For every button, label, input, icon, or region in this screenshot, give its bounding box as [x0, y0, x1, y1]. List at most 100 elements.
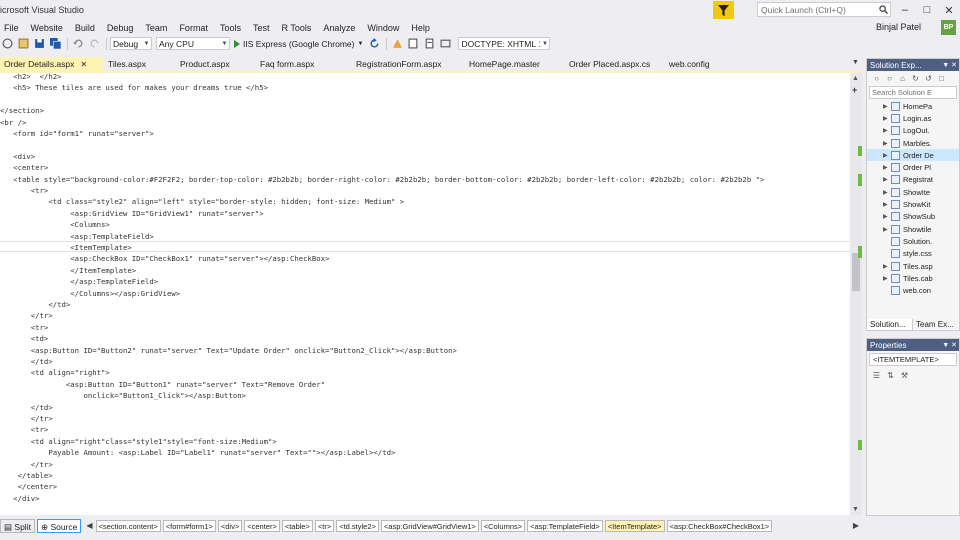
solution-tree-item[interactable]: ▶ Order Pl	[867, 161, 959, 173]
breadcrumb-item[interactable]: <asp:GridView#GridView1>	[380, 519, 479, 532]
solution-tree-item[interactable]: ▶ HomePa	[867, 100, 959, 112]
expand-arrow-icon[interactable]: ▶	[883, 201, 891, 208]
breadcrumb-item[interactable]: <form#form1>	[162, 519, 216, 532]
expand-arrow-icon[interactable]: ▶	[883, 164, 891, 171]
scroll-up-icon[interactable]: ▲	[852, 75, 859, 82]
solution-tree-item[interactable]: ▶ Tiles.asp	[867, 260, 959, 272]
solution-panel-tab[interactable]: Solution...	[866, 319, 913, 331]
menu-item-website[interactable]: Website	[25, 23, 69, 33]
menu-item-analyze[interactable]: Analyze	[317, 23, 361, 33]
solution-tree-item[interactable]: ▶ LogOut.	[867, 125, 959, 137]
maximize-button[interactable]: □	[916, 0, 938, 20]
platform-select[interactable]: Any CPU ▼	[156, 37, 230, 50]
expand-arrow-icon[interactable]: ▶	[883, 176, 891, 183]
collapse-icon[interactable]: □	[936, 73, 947, 84]
expand-arrow-icon[interactable]: ▶	[883, 226, 891, 233]
menu-item-file[interactable]: File	[0, 23, 25, 33]
solution-tree-item[interactable]: ▶ ShowSub	[867, 211, 959, 223]
expand-arrow-icon[interactable]: ▶	[883, 275, 891, 282]
forward-icon[interactable]: ○	[884, 73, 895, 84]
breadcrumb-item[interactable]: <table>	[281, 519, 313, 532]
breadcrumb-item[interactable]: <tr>	[314, 519, 335, 532]
solution-tree-item[interactable]: ▶ Registrat	[867, 174, 959, 186]
menu-item-debug[interactable]: Debug	[101, 23, 140, 33]
expand-arrow-icon[interactable]: ▶	[883, 115, 891, 122]
alphabetical-icon[interactable]: ⇅	[885, 370, 896, 381]
expand-arrow-icon[interactable]: ▶	[883, 103, 891, 110]
solution-tree-item[interactable]: ▶ Tiles.cab	[867, 272, 959, 284]
menu-item-help[interactable]: Help	[405, 23, 436, 33]
split-view-button[interactable]: ▤ Split	[0, 518, 35, 533]
start-debugging-button[interactable]: IIS Express (Google Chrome) ▼	[234, 39, 363, 49]
home-icon[interactable]: ⌂	[897, 73, 908, 84]
format-icon[interactable]	[422, 37, 436, 51]
minimize-button[interactable]: –	[894, 0, 916, 20]
code-editor[interactable]: <h2> </h2> <h5> These tiles are used for…	[0, 73, 850, 515]
breadcrumb-item[interactable]: <td.style2>	[336, 519, 379, 532]
tab-product-aspx[interactable]: Product.aspx	[176, 57, 256, 71]
tab-tiles-aspx[interactable]: Tiles.aspx	[104, 57, 176, 71]
tab-registrationform-aspx[interactable]: RegistrationForm.aspx	[352, 57, 465, 71]
solution-tree-item[interactable]: ▶ Showtile	[867, 223, 959, 235]
menu-item-build[interactable]: Build	[69, 23, 101, 33]
menu-item-r-tools[interactable]: R Tools	[275, 23, 317, 33]
menu-item-format[interactable]: Format	[173, 23, 214, 33]
tab-homepage-master[interactable]: HomePage.master	[465, 57, 565, 71]
scrollbar-thumb[interactable]	[852, 253, 860, 291]
expand-arrow-icon[interactable]: ▶	[883, 213, 891, 220]
expand-arrow-icon[interactable]: ▶	[883, 263, 891, 270]
solution-tree-item[interactable]: Solution.	[867, 235, 959, 247]
breadcrumb-item[interactable]: <Columns>	[480, 519, 526, 532]
close-tab-icon[interactable]: ✕	[80, 60, 87, 69]
solution-tree-item[interactable]: ▶ Marbles.	[867, 137, 959, 149]
comment-icon[interactable]	[406, 37, 420, 51]
breadcrumb-forward-icon[interactable]: ▶	[850, 521, 862, 530]
panel-pin-close-icons[interactable]: ▼ ✕	[942, 341, 959, 349]
solution-config-select[interactable]: Debug ▼	[110, 37, 152, 50]
solution-tree-item[interactable]: web.con	[867, 284, 959, 296]
redo-icon[interactable]	[87, 37, 101, 51]
menu-item-tools[interactable]: Tools	[214, 23, 247, 33]
tab-overflow-dropdown[interactable]: ▼	[852, 59, 859, 66]
solution-tree-item[interactable]: style.css	[867, 248, 959, 260]
breadcrumb-item[interactable]: <center>	[244, 519, 280, 532]
breadcrumb-back-icon[interactable]: ◀	[83, 521, 95, 530]
tab-faq-form-aspx[interactable]: Faq form.aspx	[256, 57, 352, 71]
undo-icon[interactable]	[71, 37, 85, 51]
panel-pin-close-icons[interactable]: ▼ ✕	[942, 61, 959, 69]
solution-tree-item[interactable]: ▶ Login.as	[867, 112, 959, 124]
breadcrumb-item[interactable]: <ItemTemplate>	[604, 519, 665, 532]
tab-order-placed-aspx-cs[interactable]: Order Placed.aspx.cs	[565, 57, 665, 71]
breadcrumb-item[interactable]: <asp:CheckBox#CheckBox1>	[666, 519, 773, 532]
browser-link-icon[interactable]	[390, 37, 404, 51]
menu-item-window[interactable]: Window	[361, 23, 405, 33]
close-button[interactable]: ✕	[938, 0, 960, 20]
expand-arrow-icon[interactable]: ▶	[883, 189, 891, 196]
breadcrumb-item[interactable]: <div>	[217, 519, 243, 532]
save-all-icon[interactable]	[48, 37, 62, 51]
expand-arrow-icon[interactable]: ▶	[883, 152, 891, 159]
quick-launch-input[interactable]: Quick Launch (Ctrl+Q)	[757, 2, 891, 17]
source-view-button[interactable]: ⊕ Source	[36, 518, 82, 533]
breadcrumb-item[interactable]: <section.content>	[95, 519, 161, 532]
wrench-icon[interactable]: ⚒	[899, 370, 910, 381]
tab-order-details-aspx[interactable]: Order Details.aspx ✕	[0, 57, 104, 71]
refresh-icon[interactable]: ↺	[923, 73, 934, 84]
breadcrumb-item[interactable]: <asp:TemplateField>	[527, 519, 603, 532]
sync-icon[interactable]: ↻	[910, 73, 921, 84]
properties-object-select[interactable]: <ITEMTEMPLATE>	[869, 353, 957, 366]
solution-tree-item[interactable]: ▶ ShowKit	[867, 198, 959, 210]
scroll-down-icon[interactable]: ▼	[852, 506, 859, 513]
expand-arrow-icon[interactable]: ▶	[883, 140, 891, 147]
new-project-icon[interactable]	[16, 37, 30, 51]
solution-panel-tab[interactable]: Team Ex...	[913, 319, 960, 331]
notifications-filter-button[interactable]	[713, 1, 734, 19]
back-icon[interactable]: ○	[871, 73, 882, 84]
categorized-icon[interactable]: ☰	[871, 370, 882, 381]
expand-arrow-icon[interactable]: ▶	[883, 127, 891, 134]
refresh-icon[interactable]	[367, 37, 381, 51]
save-icon[interactable]	[32, 37, 46, 51]
back-icon[interactable]	[0, 37, 14, 51]
menu-item-test[interactable]: Test	[247, 23, 276, 33]
avatar[interactable]: BP	[941, 20, 956, 35]
